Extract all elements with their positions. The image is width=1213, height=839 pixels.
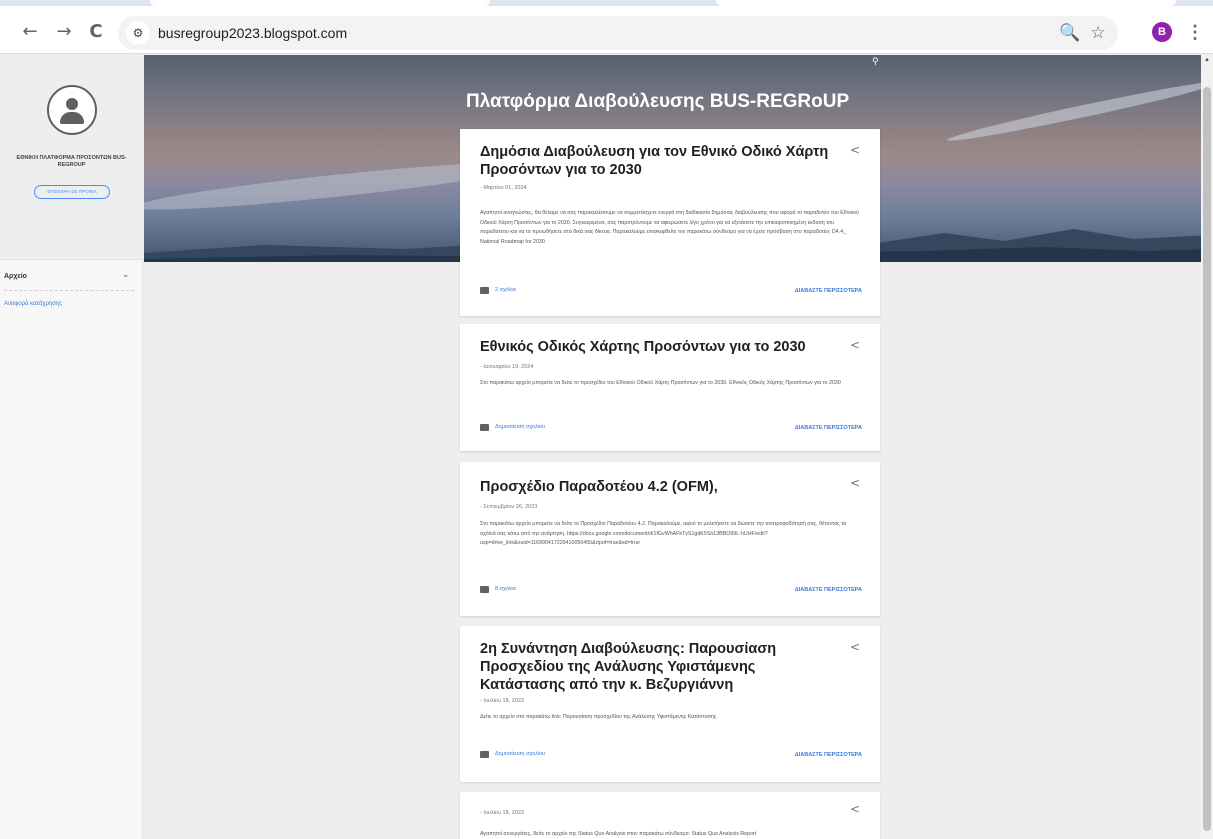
post-snippet: Δείτε το αρχείο στο παρακάτω link: Παρου…: [480, 714, 717, 720]
comment-icon: [480, 424, 489, 431]
sidebar-profile: ΕΘΝΙΚΗ ΠΛΑΤΦΟΡΜΑ ΠΡΟΣΟΝΤΩΝ BUS-REGROUP Ε…: [0, 55, 143, 260]
read-more-link[interactable]: ΔΙΑΒΑΣΤΕ ΠΕΡΙΣΣΟΤΕΡΑ: [795, 425, 862, 431]
post-title[interactable]: 2η Συνάντηση Διαβούλευσης: Παρουσίαση Πρ…: [480, 640, 840, 694]
post-card: Προσχέδιο Παραδοτέου 4.2 (OFM), < - Σεπτ…: [460, 462, 880, 616]
post-snippet: Αγαπητοί συνεργάτες, δείτε το αρχείο της…: [480, 831, 757, 837]
profile-avatar[interactable]: B: [1152, 22, 1172, 42]
report-abuse-link[interactable]: Αναφορά κατάχρησης: [4, 301, 62, 307]
visit-profile-button[interactable]: ΕΠΙΣΚΕΨΗ ΣΕ ΠΡΟΦΙΛ: [34, 185, 110, 199]
share-icon[interactable]: <: [850, 476, 860, 490]
post-card: 2η Συνάντηση Διαβούλευσης: Παρουσίαση Πρ…: [460, 626, 880, 782]
archive-label: Αρχείο: [4, 273, 27, 280]
read-more-link[interactable]: ΔΙΑΒΑΣΤΕ ΠΕΡΙΣΣΟΤΕΡΑ: [795, 752, 862, 758]
post-snippet: Στο παρακάτω αρχείο μπορείτε να δείτε το…: [480, 521, 847, 546]
browser-toolbar: ← → C ⚙ busregroup2023.blogspot.com 🔍 ☆ …: [0, 6, 1213, 54]
reload-icon[interactable]: C: [84, 20, 108, 44]
share-icon[interactable]: <: [850, 338, 860, 352]
zoom-icon[interactable]: 🔍: [1058, 21, 1082, 45]
comments-link[interactable]: Δημοσίευση σχολίου: [495, 751, 545, 757]
share-icon[interactable]: <: [850, 640, 860, 654]
post-date[interactable]: - Σεπτεμβρίου 26, 2023: [480, 504, 537, 510]
url-text[interactable]: busregroup2023.blogspot.com: [158, 25, 347, 41]
read-more-link[interactable]: ΔΙΑΒΑΣΤΕ ΠΕΡΙΣΣΟΤΕΡΑ: [795, 288, 862, 294]
scrollbar-thumb[interactable]: [1203, 87, 1211, 831]
post-date[interactable]: - Μαρτίου 01, 2024: [480, 185, 527, 191]
address-bar[interactable]: ⚙ busregroup2023.blogspot.com 🔍 ☆: [118, 16, 1118, 50]
comment-icon: [480, 751, 489, 758]
post-card: Εθνικός Οδικός Χάρτης Προσόντων για το 2…: [460, 324, 880, 451]
profile-name[interactable]: ΕΘΝΙΚΗ ΠΛΑΤΦΟΡΜΑ ΠΡΟΣΟΝΤΩΝ BUS-REGROUP: [4, 155, 139, 169]
chevron-down-icon[interactable]: ⌄: [122, 270, 130, 280]
blog-title[interactable]: Πλατφόρμα Διαβούλευσης BUS-REGRoUP: [466, 91, 849, 113]
site-info-icon[interactable]: ⚙: [126, 21, 150, 45]
post-snippet: Στο παρακάτω αρχείο μπορείτε να δείτε το…: [480, 380, 841, 386]
post-date[interactable]: - Ιανουαρίου 19, 2024: [480, 364, 533, 370]
divider: [4, 290, 134, 291]
comments-link[interactable]: Δημοσίευση σχολίου: [495, 424, 545, 430]
comment-icon: [480, 287, 489, 294]
scroll-up-icon[interactable]: ▲: [1204, 57, 1210, 63]
post-title[interactable]: Δημόσια Διαβούλευση για τον Εθνικό Οδικό…: [480, 143, 840, 179]
back-arrow-icon[interactable]: ←: [18, 20, 42, 44]
post-date[interactable]: - Ιουλίου 18, 2023: [480, 698, 524, 704]
post-title[interactable]: Εθνικός Οδικός Χάρτης Προσόντων για το 2…: [480, 338, 840, 356]
post-card: Δημόσια Διαβούλευση για τον Εθνικό Οδικό…: [460, 129, 880, 316]
bookmark-star-icon[interactable]: ☆: [1086, 21, 1110, 45]
comments-link[interactable]: 8 σχόλια: [495, 586, 516, 592]
comments-link[interactable]: 2 σχόλια: [495, 287, 516, 293]
comment-icon: [480, 586, 489, 593]
read-more-link[interactable]: ΔΙΑΒΑΣΤΕ ΠΕΡΙΣΣΟΤΕΡΑ: [795, 587, 862, 593]
avatar[interactable]: [47, 85, 97, 135]
sidebar: ΕΘΝΙΚΗ ΠΛΑΤΦΟΡΜΑ ΠΡΟΣΟΝΤΩΝ BUS-REGROUP Ε…: [0, 55, 143, 839]
forward-arrow-icon[interactable]: →: [52, 20, 76, 44]
post-title[interactable]: Προσχέδιο Παραδοτέου 4.2 (OFM),: [480, 478, 840, 496]
person-icon-body: [60, 112, 84, 124]
search-icon[interactable]: ⚲: [872, 57, 879, 67]
browser-menu-icon[interactable]: ⋮: [1186, 20, 1204, 44]
page-viewport: ⚲ Πλατφόρμα Διαβούλευσης BUS-REGRoUP ΕΘΝ…: [0, 55, 1213, 839]
archive-toggle[interactable]: Αρχείο ⌄: [0, 267, 143, 291]
person-icon: [66, 98, 78, 110]
scrollbar[interactable]: ▲: [1201, 55, 1213, 839]
post-date[interactable]: - Ιουλίου 18, 2023: [480, 810, 524, 816]
post-card: < - Ιουλίου 18, 2023 Αγαπητοί συνεργάτες…: [460, 792, 880, 839]
share-icon[interactable]: <: [850, 143, 860, 157]
post-snippet: Αγαπητοί αναγνώστες, θα θέλαμε να σας πα…: [480, 210, 859, 245]
share-icon[interactable]: <: [850, 802, 860, 816]
cloud-decoration: [945, 76, 1213, 146]
